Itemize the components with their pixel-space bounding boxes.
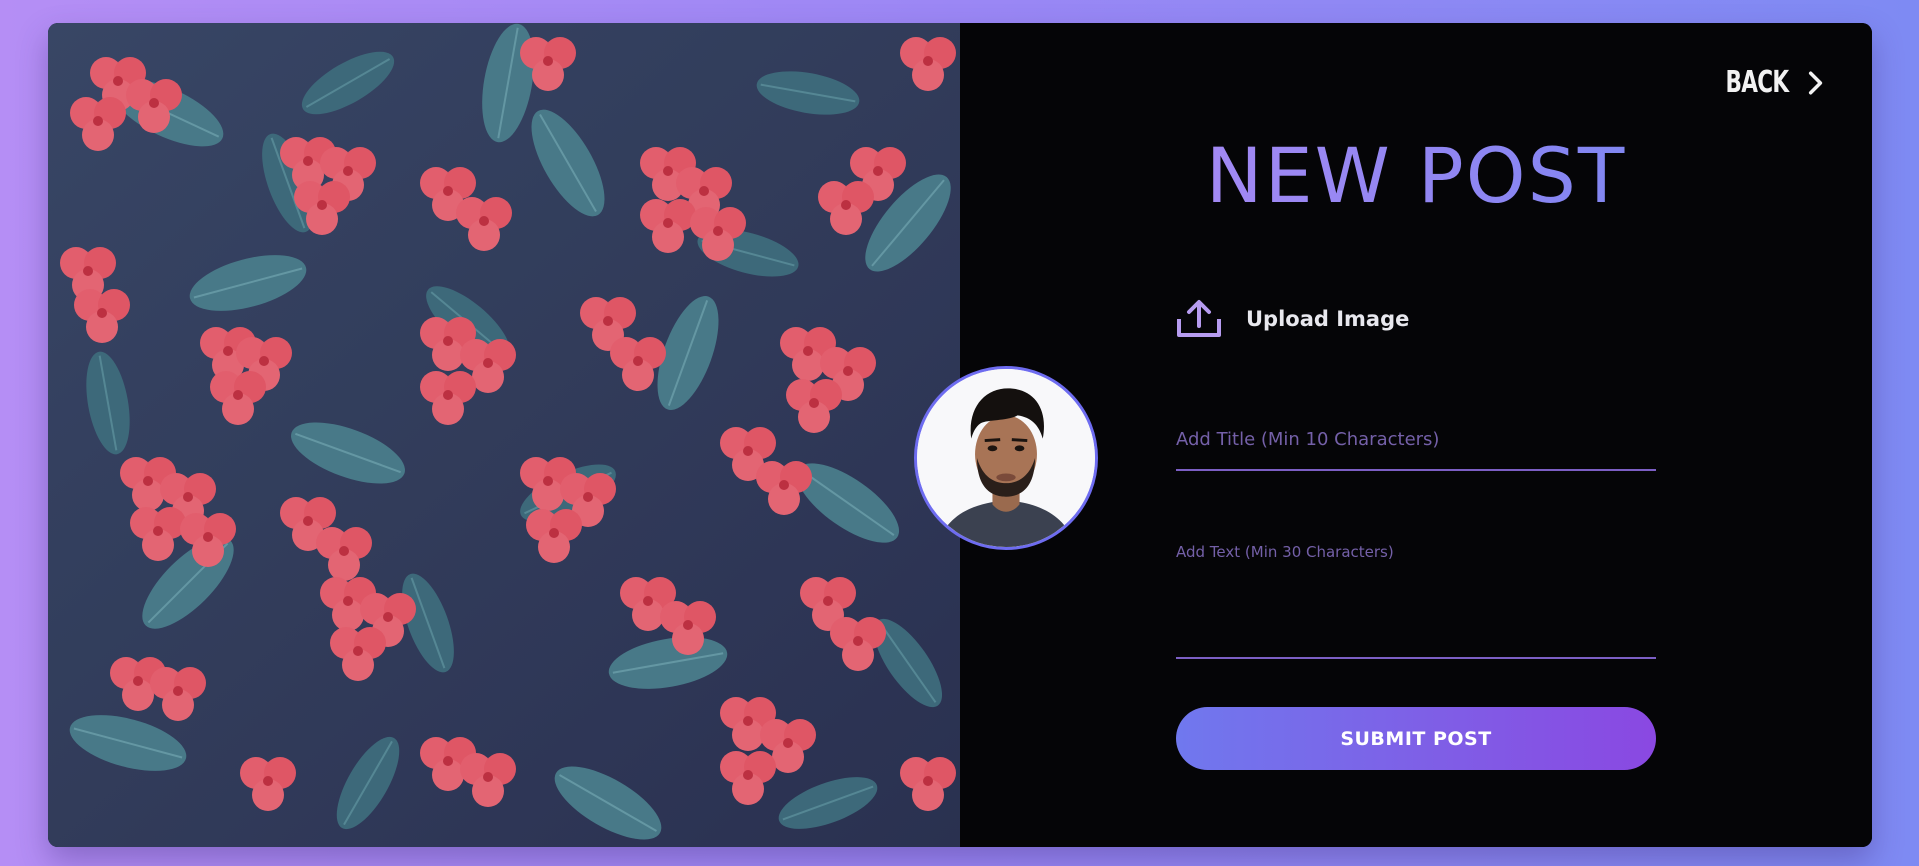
title-input[interactable] <box>1176 409 1656 471</box>
author-avatar <box>914 366 1098 550</box>
back-button[interactable]: BACK <box>1701 65 1828 100</box>
upload-icon <box>1177 300 1221 337</box>
upload-image-button[interactable]: Upload Image <box>1176 299 1409 339</box>
flowers-cover-image <box>48 23 960 847</box>
page-title: NEW POST <box>960 138 1872 214</box>
submit-post-button[interactable]: SUBMIT POST <box>1176 707 1656 770</box>
text-input[interactable] <box>1176 541 1656 659</box>
flowers-illustration <box>48 23 960 847</box>
upload-image-label: Upload Image <box>1246 307 1410 331</box>
person-avatar-image <box>917 369 1095 547</box>
post-form-panel: BACK NEW POST Upload Image SUBMIT POST <box>960 23 1872 847</box>
chevron-right-icon <box>1808 71 1823 94</box>
back-label: BACK <box>1725 65 1789 100</box>
new-post-card: BACK NEW POST Upload Image SUBMIT POST <box>48 23 1872 847</box>
